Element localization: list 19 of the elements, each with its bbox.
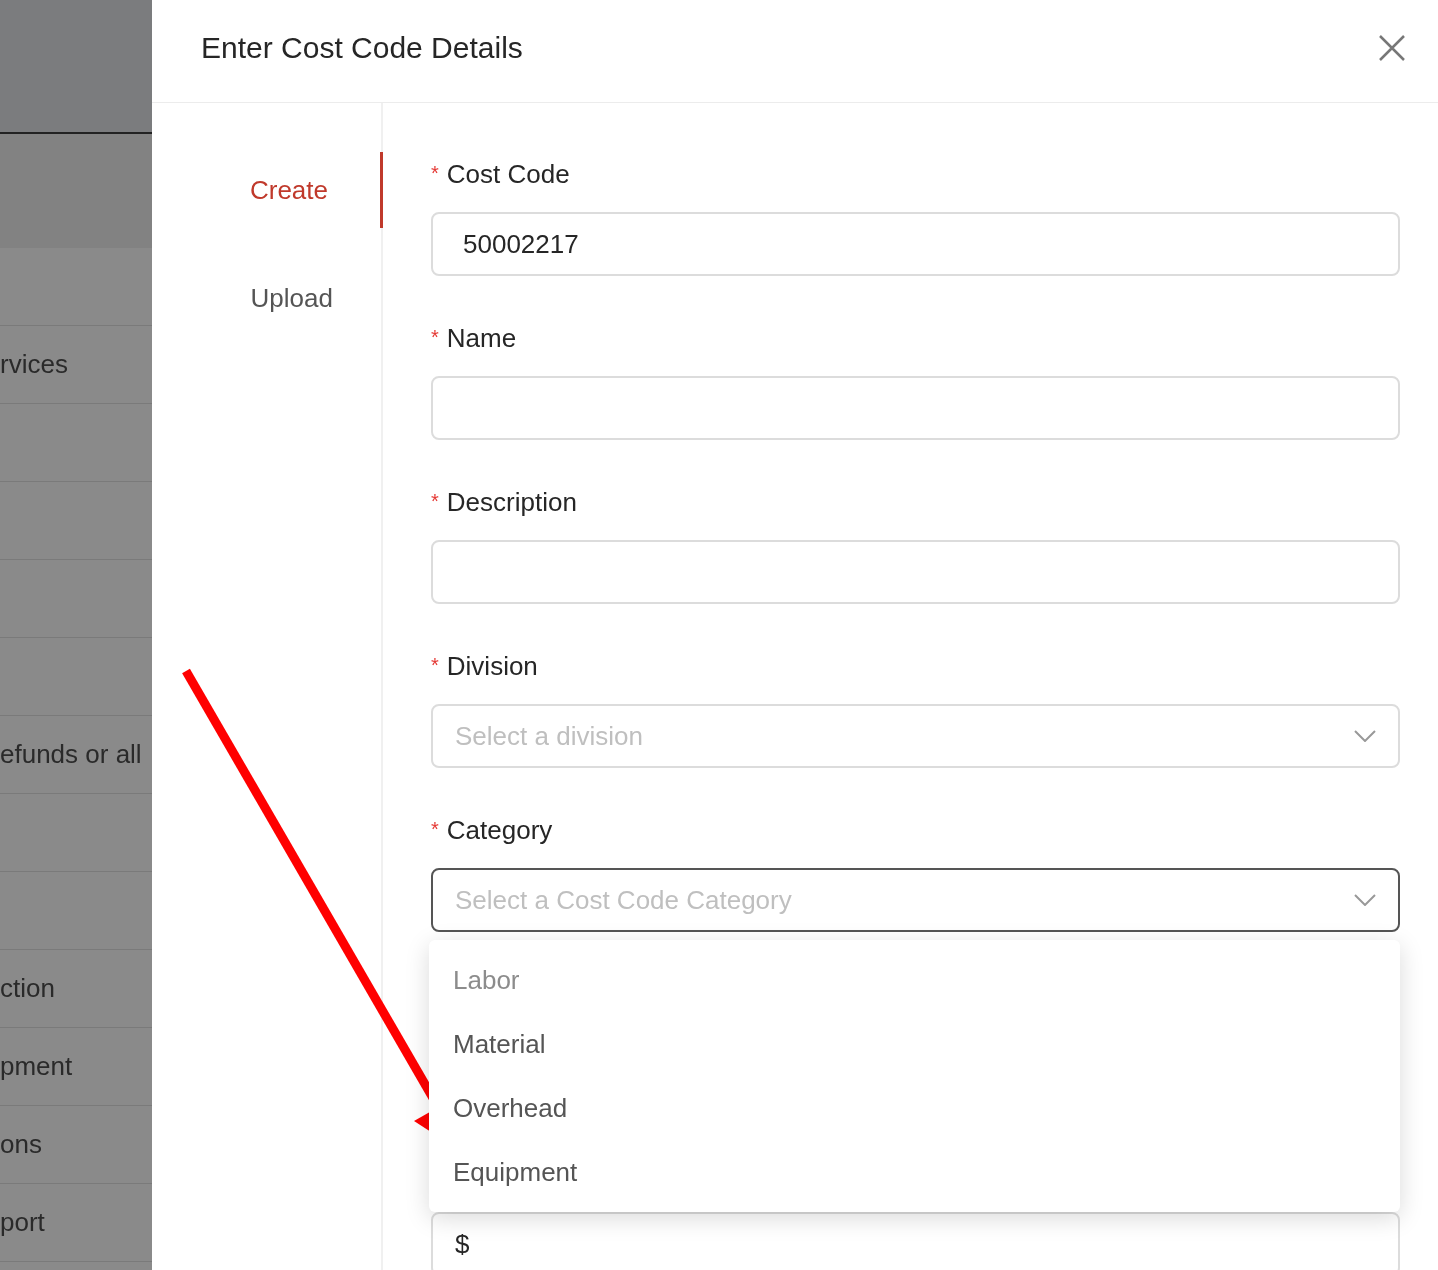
field-label: Division: [446, 649, 538, 683]
placeholder-text: Select a division: [455, 719, 643, 753]
required-mark: *: [431, 161, 439, 186]
field-label: Description: [446, 485, 577, 519]
field-label: Name: [446, 321, 517, 355]
field-label: Category: [446, 813, 553, 847]
drawer-title: Enter Cost Code Details: [201, 29, 523, 66]
list-item-text: port: [0, 1206, 45, 1239]
field-label: Cost Code: [446, 157, 570, 191]
list-item-text: rvices: [0, 348, 68, 381]
placeholder-text: Select a Cost Code Category: [455, 883, 792, 917]
required-mark: *: [431, 489, 439, 514]
required-mark: *: [431, 817, 439, 842]
required-mark: *: [431, 653, 439, 678]
list-item-text: pment: [0, 1050, 73, 1083]
list-item-text: efunds or all: [0, 738, 142, 771]
required-mark: *: [431, 325, 439, 350]
list-item-text: ons: [0, 1128, 42, 1161]
list-item-text: ction: [0, 972, 55, 1005]
